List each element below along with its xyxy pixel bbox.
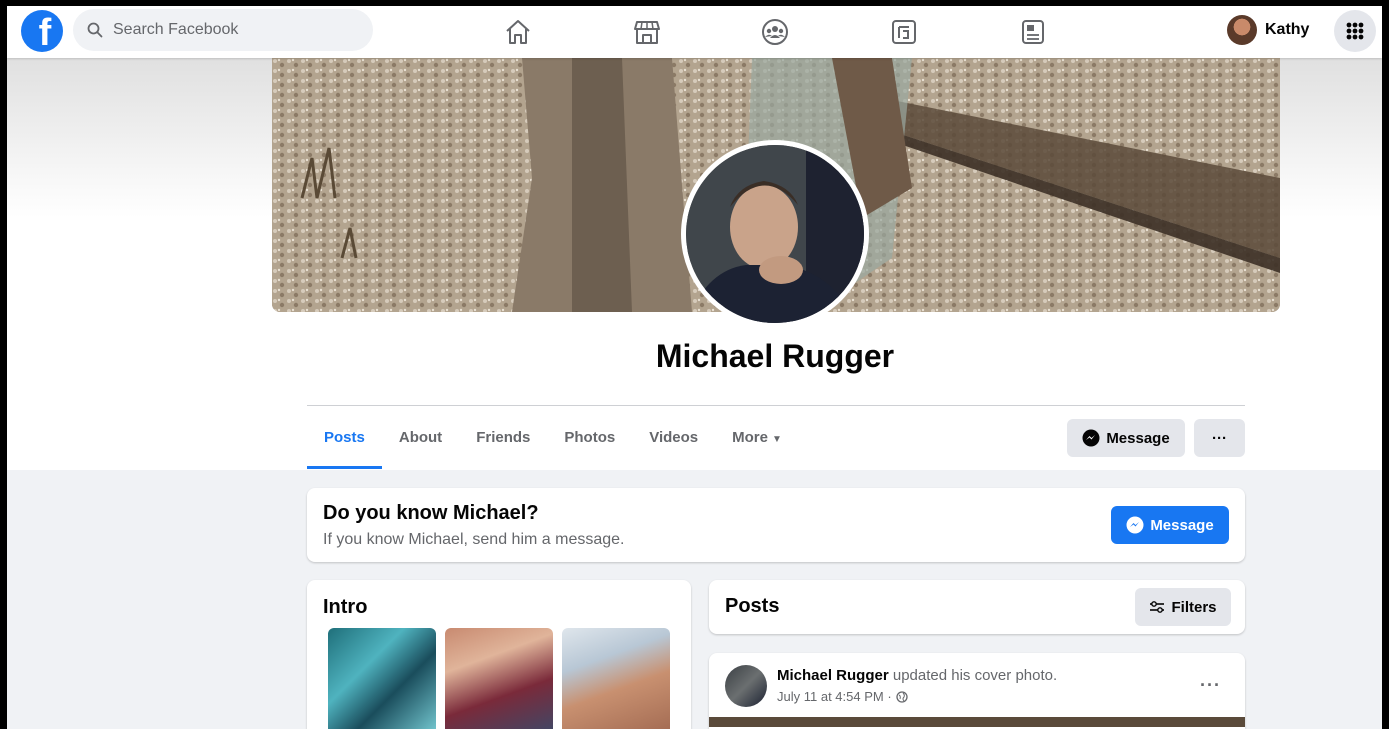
tab-label: Photos	[564, 429, 616, 446]
search-input[interactable]	[111, 20, 355, 40]
tab-posts[interactable]: Posts	[307, 419, 382, 469]
intro-photo-2[interactable]	[445, 628, 553, 729]
user-name: Kathy	[1265, 21, 1310, 38]
facebook-logo-letter: f	[38, 12, 52, 52]
search-icon	[87, 22, 103, 38]
messenger-icon	[1082, 429, 1100, 447]
marketplace-icon	[634, 21, 660, 44]
filters-button[interactable]: Filters	[1135, 588, 1231, 626]
tab-label: Friends	[476, 429, 531, 446]
know-card-title: Do you know Michael?	[323, 502, 539, 524]
caret-down-icon: ▼	[771, 434, 782, 445]
know-card-message-button[interactable]: Message	[1111, 506, 1229, 544]
tab-more[interactable]: More ▼	[715, 419, 799, 469]
header-divider	[307, 405, 1245, 406]
intro-photo-3[interactable]	[562, 628, 670, 729]
post-timestamp[interactable]: July 11 at 4:54 PM ·	[777, 689, 892, 704]
posts-header-card: Posts Filters	[709, 580, 1245, 634]
post-action-text: updated his cover photo.	[892, 667, 1058, 684]
browser-viewport: Michael Rugger Posts About Friends Photo…	[7, 6, 1382, 729]
post-cover-image[interactable]	[709, 717, 1245, 727]
tab-label: More	[732, 429, 768, 446]
nav-groups[interactable]	[757, 14, 793, 50]
nav-news[interactable]	[1015, 14, 1051, 50]
post-card: Michael Rugger updated his cover photo. …	[709, 653, 1245, 729]
tab-videos[interactable]: Videos	[632, 419, 715, 469]
do-you-know-card: Do you know Michael? If you know Michael…	[307, 488, 1245, 562]
avatar	[1227, 15, 1257, 45]
tab-about[interactable]: About	[382, 419, 459, 469]
user-profile-shortcut[interactable]: Kathy	[1227, 12, 1309, 48]
tab-friends[interactable]: Friends	[459, 419, 547, 469]
tab-label: Posts	[324, 429, 365, 446]
posts-title: Posts	[725, 595, 780, 617]
top-navigation: f Search Facebook Kathy	[7, 6, 1382, 58]
messenger-icon	[1126, 516, 1144, 534]
intro-title: Intro	[323, 596, 368, 618]
header-message-button[interactable]: Message	[1067, 419, 1185, 457]
nav-home[interactable]	[500, 14, 536, 50]
profile-photo-image	[686, 145, 864, 323]
know-card-button-label: Message	[1150, 516, 1214, 534]
globe-icon	[896, 690, 908, 703]
more-dots-icon: ···	[1212, 429, 1227, 447]
filters-icon	[1150, 601, 1165, 613]
post-author-link[interactable]: Michael Rugger	[777, 667, 889, 684]
post-header-text: Michael Rugger updated his cover photo.	[777, 667, 1057, 684]
message-button-label: Message	[1106, 429, 1170, 447]
search-bar[interactable]	[73, 9, 373, 51]
profile-picture[interactable]	[681, 140, 869, 328]
groups-icon	[762, 19, 788, 45]
nav-gaming[interactable]	[886, 14, 922, 50]
intro-photo-1[interactable]	[328, 628, 436, 729]
home-icon	[506, 20, 530, 44]
facebook-logo[interactable]: f	[21, 10, 63, 52]
grid-menu-icon	[1346, 22, 1364, 40]
filters-label: Filters	[1171, 598, 1217, 616]
tab-label: Videos	[649, 429, 699, 446]
post-meta: July 11 at 4:54 PM ·	[777, 689, 908, 704]
tab-photos[interactable]: Photos	[547, 419, 632, 469]
nav-marketplace[interactable]	[629, 14, 665, 50]
tab-label: About	[398, 429, 443, 446]
menu-button[interactable]	[1334, 10, 1376, 52]
profile-tabs: Posts About Friends Photos Videos More ▼	[307, 419, 799, 471]
news-icon	[1022, 20, 1044, 44]
avatar[interactable]	[725, 665, 767, 707]
intro-card: Intro	[307, 580, 691, 729]
post-more-button[interactable]: ···	[1200, 675, 1221, 696]
know-card-subtitle: If you know Michael, send him a message.	[323, 531, 625, 548]
gaming-icon	[892, 20, 916, 44]
header-more-button[interactable]: ···	[1194, 419, 1245, 457]
profile-name: Michael Rugger	[655, 338, 895, 374]
